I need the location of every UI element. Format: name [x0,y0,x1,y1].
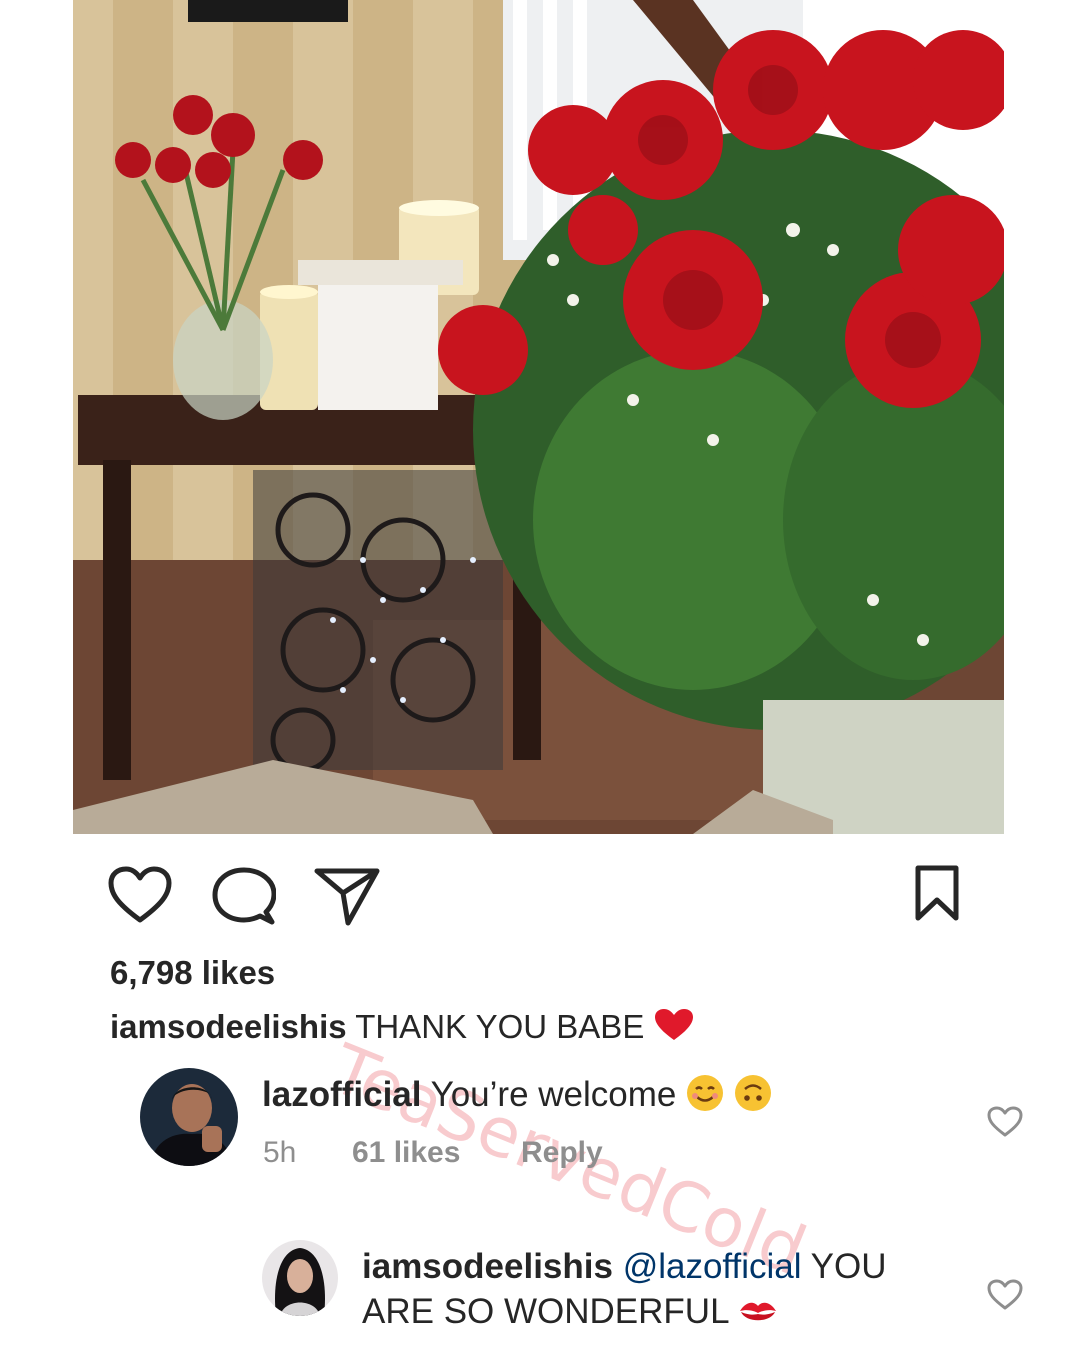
comment-username[interactable]: lazofficial [262,1075,421,1114]
comment-likes-label[interactable]: 61 likes [352,1136,460,1169]
comment-text-row: iamsodeelishis @lazofficial YOU [362,1247,887,1287]
comment-likes[interactable]: 61 likes [352,1136,460,1170]
speech-bubble-icon[interactable] [212,866,277,931]
mention-link[interactable]: @lazofficial [623,1247,802,1286]
reply-button[interactable]: Reply [521,1136,603,1170]
comment-text-row: lazofficial You’re welcome [262,1074,772,1121]
comment-text: YOU [810,1247,887,1286]
avatar[interactable] [262,1240,338,1316]
kiss-mark-emoji [738,1296,778,1336]
bookmark-icon[interactable] [914,864,960,927]
comment-text: ARE SO WONDERFUL [362,1292,729,1331]
heart-outline-icon[interactable] [108,866,172,929]
comment-text-continued: ARE SO WONDERFUL [362,1292,778,1336]
avatar[interactable] [140,1068,238,1166]
action-bar [0,850,1080,940]
paper-plane-icon[interactable] [314,866,380,931]
comment-time: 5h [263,1136,297,1169]
likes-count[interactable]: 6,798 likes [110,954,275,992]
smiling-face-emoji [686,1074,724,1121]
comment-text: You’re welcome [430,1075,677,1114]
caption-text: THANK YOU BABE [355,1008,645,1045]
comment-username[interactable]: iamsodeelishis [362,1247,613,1286]
red-heart-emoji [654,1008,694,1050]
comment-like-icon[interactable] [987,1279,1023,1316]
reply-label[interactable]: Reply [521,1136,603,1169]
upside-down-face-emoji [734,1074,772,1121]
post-image[interactable] [73,0,1004,834]
post-caption: iamsodeelishis THANK YOU BABE [110,1008,694,1050]
comment-like-icon[interactable] [987,1106,1023,1143]
caption-username[interactable]: iamsodeelishis [110,1008,347,1045]
